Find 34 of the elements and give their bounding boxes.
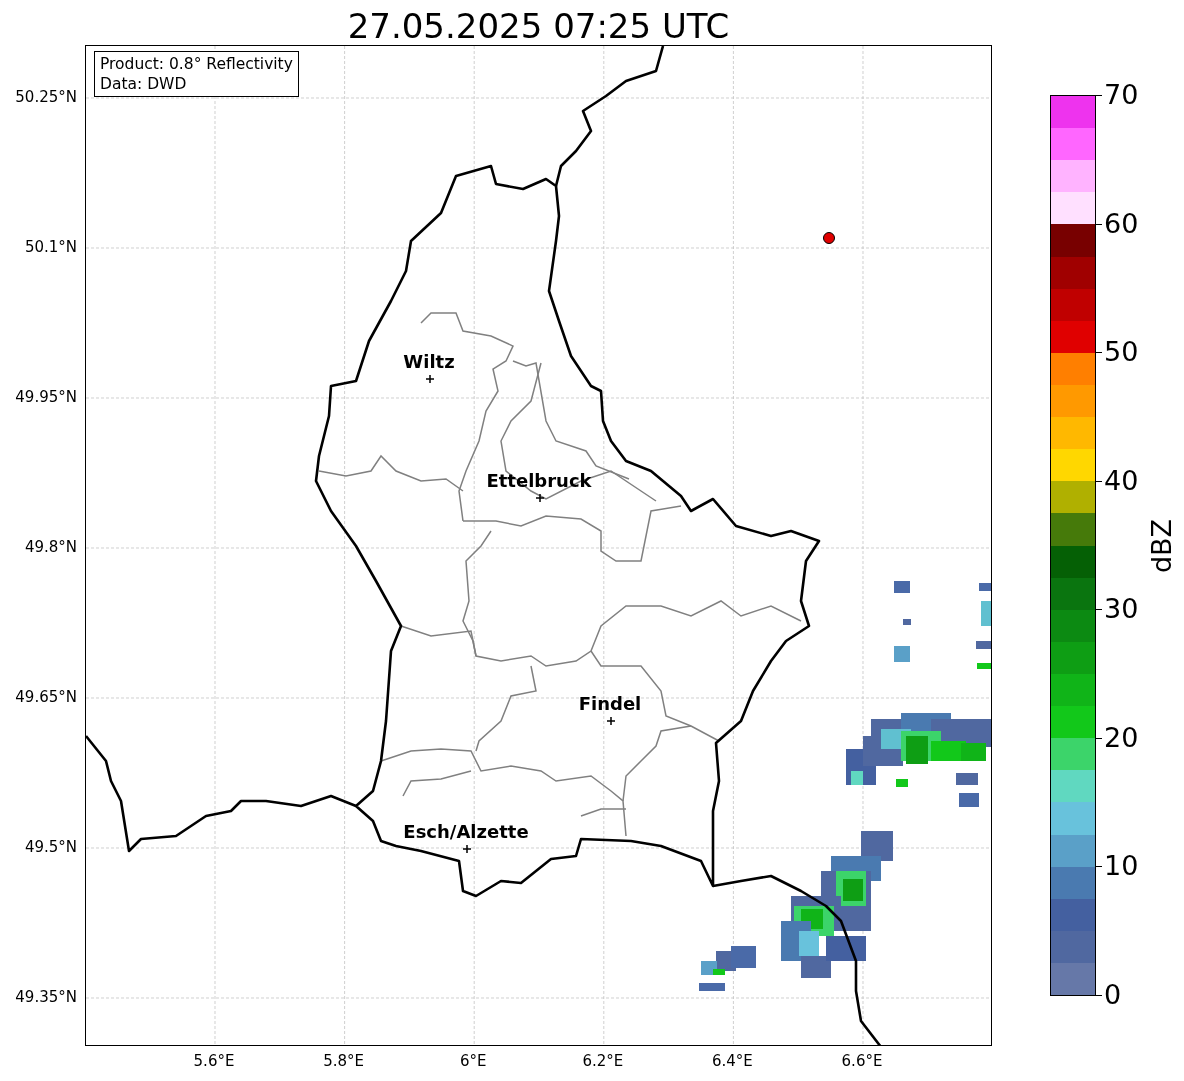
- city-marker: [606, 716, 616, 726]
- latitude-label: 49.5°N: [24, 838, 77, 856]
- colorbar-tick-label: 50: [1104, 337, 1139, 368]
- latitude-label: 50.25°N: [15, 88, 77, 106]
- colorbar-tick-label: 10: [1104, 851, 1139, 882]
- city-label: Wiltz: [403, 351, 455, 373]
- colorbar-tick-label: 20: [1104, 722, 1139, 753]
- longitude-label: 6.2°E: [582, 1052, 624, 1070]
- longitude-label: 6.4°E: [711, 1052, 753, 1070]
- city-label: Esch/Alzette: [403, 821, 529, 843]
- colorbar-tick-label: 40: [1104, 465, 1139, 496]
- city-marker: [462, 844, 472, 854]
- city-label: Findel: [578, 693, 642, 715]
- info-text: Data: DWD: [100, 74, 188, 94]
- longitude-label: 5.6°E: [193, 1052, 235, 1070]
- latitude-label: 49.65°N: [15, 688, 77, 706]
- latitude-label: 49.8°N: [24, 538, 77, 556]
- latitude-label: 50.1°N: [24, 238, 77, 256]
- colorbar-label: dBZ: [1146, 518, 1178, 574]
- info-text: Product: 0.8° Reflectivity: [100, 54, 293, 74]
- colorbar-tick-label: 60: [1104, 208, 1139, 239]
- city-marker: [535, 493, 545, 503]
- latitude-label: 49.95°N: [15, 388, 77, 406]
- radar-site-marker: [823, 232, 835, 244]
- chart-title: 27.05.2025 07:25 UTC: [346, 5, 731, 48]
- city-label: Ettelbruck: [486, 470, 592, 492]
- longitude-label: 5.8°E: [323, 1052, 364, 1070]
- colorbar-tick-label: 0: [1104, 980, 1122, 1010]
- longitude-label: 6°E: [459, 1052, 487, 1070]
- city-marker: [425, 374, 435, 384]
- colorbar-tick-label: 30: [1104, 594, 1139, 625]
- colorbar-tick-label: 70: [1104, 80, 1139, 110]
- latitude-label: 49.35°N: [15, 988, 77, 1006]
- longitude-label: 6.6°E: [841, 1052, 883, 1070]
